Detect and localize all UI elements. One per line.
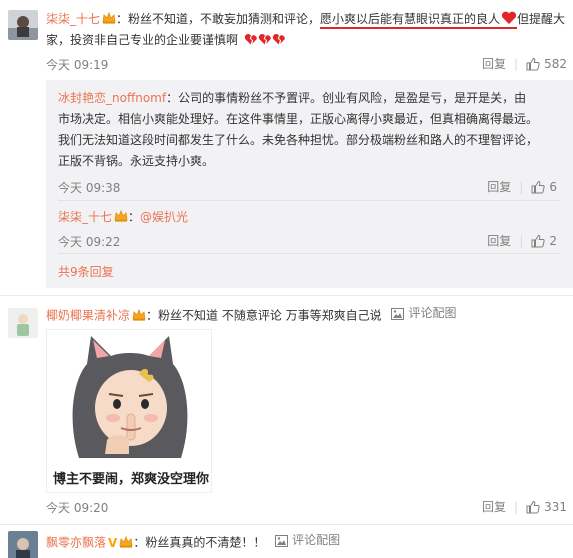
thumbs-up-icon (526, 500, 540, 513)
crown-badge-icon (119, 535, 133, 548)
reply-button[interactable]: 回复 (482, 498, 506, 515)
thumbs-up-icon (526, 57, 540, 70)
divider (0, 295, 573, 296)
heart-icon (501, 11, 517, 24)
username[interactable]: 冰封艳恋_noffnomf (58, 91, 166, 105)
mention-link[interactable]: @娱扒光 (140, 210, 188, 224)
like-button[interactable]: 2 (531, 234, 557, 248)
meme-picture (47, 330, 211, 464)
reply-button[interactable]: 回复 (487, 232, 511, 249)
user-avatar[interactable] (8, 308, 38, 338)
comment-image-link[interactable]: 评论配图 (275, 530, 340, 551)
comment-text: ：粉丝真真的不清楚！！ (133, 535, 266, 550)
divider (0, 524, 573, 525)
username[interactable]: 飘零亦飘落 (46, 536, 106, 550)
like-count: 582 (544, 56, 567, 71)
reply-button[interactable]: 回复 (482, 55, 506, 72)
timestamp: 今天 09:38 (58, 181, 121, 195)
meme-caption: 博主不要闹，郑爽没空理你 (53, 472, 210, 487)
v-badge: V (108, 535, 118, 550)
like-button[interactable]: 582 (526, 57, 567, 71)
comment-image[interactable]: 博主不要闹，郑爽没空理你 (46, 329, 212, 493)
username[interactable]: 柒柒_十七 (46, 12, 100, 26)
user-avatar[interactable] (8, 10, 38, 40)
crown-badge-icon (114, 210, 128, 222)
highlighted-text: 愿小爽以后能有慧眼识真正的良人 (320, 11, 518, 29)
image-icon (275, 534, 289, 547)
reply-button[interactable]: 回复 (487, 178, 511, 195)
timestamp: 今天 09:20 (46, 501, 109, 515)
divider (58, 200, 561, 201)
like-button[interactable]: 331 (526, 500, 567, 514)
like-button[interactable]: 6 (531, 180, 557, 194)
comment-image-link[interactable]: 评论配图 (391, 303, 457, 324)
divider (58, 253, 561, 254)
more-replies-link[interactable]: 共9条回复 (58, 263, 114, 280)
thumbs-up-icon (531, 180, 546, 193)
comment-text: ：粉丝不知道，不敢妄加猜测和评论， (116, 12, 321, 26)
comment-text: ：粉丝不知道 不随意评论 万事等郑爽自己说 (146, 308, 382, 323)
broken-heart-icon (240, 33, 286, 47)
like-count: 2 (549, 233, 557, 248)
reply-1: 冰封艳恋_noffnomf：公司的事情粉丝不予置评。创业有风险，是盈是亏，是开是… (58, 88, 564, 172)
user-avatar[interactable] (8, 531, 38, 558)
timestamp: 今天 09:19 (46, 58, 109, 72)
crown-badge-icon (132, 308, 146, 321)
username[interactable]: 柒柒_十七 (58, 210, 112, 224)
reply-list: 冰封艳恋_noffnomf：公司的事情粉丝不予置评。创业有风险，是盈是亏，是开是… (46, 80, 573, 288)
image-icon (391, 307, 405, 320)
reply-2: 柒柒_十七 ：@娱扒光 (58, 210, 189, 224)
like-count: 331 (544, 499, 567, 514)
crown-badge-icon (102, 12, 116, 24)
username[interactable]: 椰奶椰果清补凉 (46, 309, 130, 323)
thumbs-up-icon (531, 234, 546, 247)
timestamp: 今天 09:22 (58, 235, 121, 249)
like-count: 6 (549, 179, 557, 194)
